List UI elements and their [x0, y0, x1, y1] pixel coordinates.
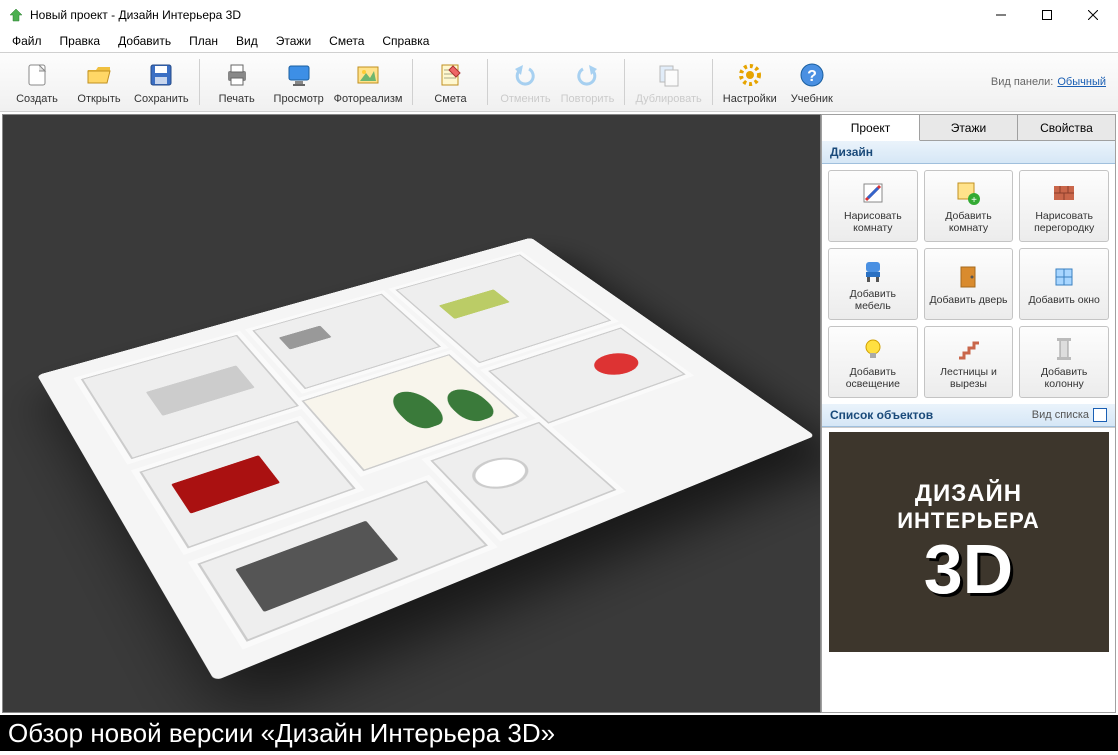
menu-plan[interactable]: План [181, 32, 226, 50]
redo-icon [571, 59, 603, 91]
open-button[interactable]: Открыть [68, 54, 130, 110]
undo-button[interactable]: Отменить [494, 54, 556, 110]
close-button[interactable] [1070, 0, 1116, 30]
design-tools-grid: Нарисовать комнату + Добавить комнату На… [822, 164, 1115, 404]
add-door-button[interactable]: Добавить дверь [924, 248, 1014, 320]
add-room-icon: + [953, 178, 983, 208]
app-icon [8, 7, 24, 23]
object-list[interactable]: ДИЗАЙН ИНТЕРЬЕРА 3D [822, 427, 1115, 712]
menu-file[interactable]: Файл [4, 32, 50, 50]
stairs-button[interactable]: Лестницы и вырезы [924, 326, 1014, 398]
save-button[interactable]: Сохранить [130, 54, 193, 110]
redo-button[interactable]: Повторить [556, 54, 618, 110]
review-caption: Обзор новой версии «Дизайн Интерьера 3D» [0, 715, 1118, 751]
bulb-icon [858, 334, 888, 364]
picture-icon [352, 59, 384, 91]
window-icon [1049, 262, 1079, 292]
draw-room-button[interactable]: Нарисовать комнату [828, 170, 918, 242]
print-button[interactable]: Печать [206, 54, 268, 110]
monitor-icon [283, 59, 315, 91]
tab-project[interactable]: Проект [822, 115, 920, 141]
tutorial-button[interactable]: ? Учебник [781, 54, 843, 110]
column-icon [1049, 334, 1079, 364]
pencil-icon [858, 178, 888, 208]
side-tabs: Проект Этажи Свойства [822, 115, 1115, 141]
svg-text:+: + [972, 195, 978, 206]
copy-icon [653, 59, 685, 91]
tab-properties[interactable]: Свойства [1018, 115, 1115, 140]
new-file-icon [21, 59, 53, 91]
notepad-icon [434, 59, 466, 91]
window-title: Новый проект - Дизайн Интерьера 3D [30, 8, 978, 22]
panel-view-selector[interactable]: Вид панели: Обычный [991, 76, 1112, 88]
panel-view-label: Вид панели: [991, 76, 1053, 88]
add-room-button[interactable]: + Добавить комнату [924, 170, 1014, 242]
add-window-button[interactable]: Добавить окно [1019, 248, 1109, 320]
preview-button[interactable]: Просмотр [268, 54, 330, 110]
printer-icon [221, 59, 253, 91]
menu-edit[interactable]: Правка [52, 32, 109, 50]
tab-floors[interactable]: Этажи [920, 115, 1018, 140]
floppy-icon [145, 59, 177, 91]
chair-icon [858, 256, 888, 286]
add-furniture-button[interactable]: Добавить мебель [828, 248, 918, 320]
floorplan-3d [37, 237, 815, 680]
brick-wall-icon [1049, 178, 1079, 208]
menubar: Файл Правка Добавить План Вид Этажи Смет… [0, 30, 1118, 52]
svg-text:?: ? [807, 68, 817, 85]
view-list-label: Вид списка [1032, 409, 1089, 421]
add-column-button[interactable]: Добавить колонну [1019, 326, 1109, 398]
estimate-button[interactable]: Смета [419, 54, 481, 110]
stairs-icon [953, 334, 983, 364]
3d-view[interactable] [2, 114, 821, 713]
add-light-button[interactable]: Добавить освещение [828, 326, 918, 398]
menu-add[interactable]: Добавить [110, 32, 179, 50]
menu-estimate[interactable]: Смета [321, 32, 372, 50]
titlebar: Новый проект - Дизайн Интерьера 3D [0, 0, 1118, 30]
design-section-header: Дизайн [822, 141, 1115, 164]
minimize-button[interactable] [978, 0, 1024, 30]
photoreal-button[interactable]: Фотореализм [330, 54, 407, 110]
objects-section-header: Список объектов Вид списка [822, 404, 1115, 427]
menu-floors[interactable]: Этажи [268, 32, 319, 50]
create-button[interactable]: Создать [6, 54, 68, 110]
draw-partition-button[interactable]: Нарисовать перегородку [1019, 170, 1109, 242]
menu-help[interactable]: Справка [374, 32, 437, 50]
menu-view[interactable]: Вид [228, 32, 266, 50]
window-controls [978, 0, 1116, 30]
promo-banner: ДИЗАЙН ИНТЕРЬЕРА 3D [829, 432, 1109, 652]
undo-icon [509, 59, 541, 91]
help-icon: ? [796, 59, 828, 91]
side-panel: Проект Этажи Свойства Дизайн Нарисовать … [821, 114, 1116, 713]
panel-view-link[interactable]: Обычный [1057, 76, 1106, 88]
maximize-button[interactable] [1024, 0, 1070, 30]
gear-icon [734, 59, 766, 91]
folder-open-icon [83, 59, 115, 91]
settings-button[interactable]: Настройки [719, 54, 781, 110]
list-view-icon[interactable] [1093, 408, 1107, 422]
duplicate-button[interactable]: Дублировать [631, 54, 705, 110]
toolbar: Создать Открыть Сохранить Печать Просмот… [0, 52, 1118, 112]
workspace: Проект Этажи Свойства Дизайн Нарисовать … [0, 112, 1118, 715]
door-icon [953, 262, 983, 292]
